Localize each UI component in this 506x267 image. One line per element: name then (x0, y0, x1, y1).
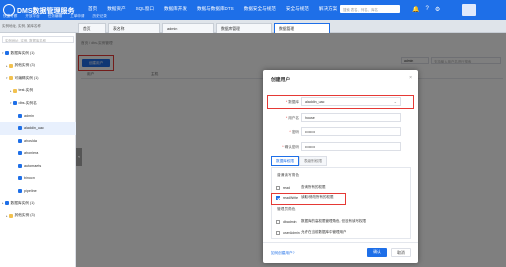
role-item-dbadmin[interactable]: dbadmin 数据库的高权限管理角色, 但没有读写权限 (276, 218, 366, 225)
subnav-item[interactable]: 开放平台 (25, 14, 39, 19)
role-item-useradmin[interactable]: userAdmin 允许在当前数据库中管理用户 (276, 229, 347, 236)
checkbox[interactable] (276, 185, 280, 190)
checkbox[interactable] (276, 219, 280, 224)
menu-item[interactable]: 数据与数据库DTS (197, 6, 234, 12)
database-icon (18, 138, 22, 143)
tabbar-left-label: 实例地址, 实例, 某库名称 (2, 24, 41, 28)
subnav-item[interactable]: 快捷考察 (3, 14, 17, 19)
menu-item[interactable]: 数据库开发 (164, 6, 187, 12)
bell-icon[interactable]: 🔔 (412, 6, 419, 13)
sidebar-search-input[interactable]: 实例地址, 实例, 数据库名称 (2, 36, 74, 43)
menu-item[interactable]: 首页 (88, 6, 97, 12)
global-search-input[interactable]: 搜索 表名、列名、库名 (340, 5, 400, 13)
form-row-confirm-password: * 确认密码 •••••••• (267, 142, 414, 152)
permission-tabs: 数据库权限 表级别权限 (271, 156, 327, 166)
tree-item[interactable]: binocn (0, 172, 76, 185)
database-icon (18, 151, 22, 156)
menu-item[interactable]: 解决方案 (319, 6, 337, 12)
field-label: * 用户名 (285, 116, 299, 120)
caret-icon: ▾ (2, 51, 4, 56)
database-icon (18, 113, 22, 118)
sub-nav: 快捷考察 开放平台 任务编辑 工单申请 历史记录 (3, 14, 107, 19)
sidebar: 实例地址, 实例, 数据库名称 ▾ 数据库实例 (1) ▸ 其他实例 (3) ▾ 可编… (0, 33, 76, 267)
cancel-button[interactable]: 取消 (391, 248, 411, 257)
top-right-icons: 🔔 ? ⚙ (412, 6, 440, 13)
dialog-title: 创建用户 (271, 78, 291, 83)
menu-item[interactable]: 数据安全与规范 (244, 6, 276, 12)
subnav-item[interactable]: 历史记录 (93, 14, 107, 19)
subnav-item[interactable]: 任务编辑 (48, 14, 62, 19)
top-nav-bar: DMS数据管理服务 快捷考察 开放平台 任务编辑 工单申请 历史记录 首页 数据… (0, 0, 506, 20)
database-icon (4, 201, 9, 206)
confirm-button[interactable]: 确认 (367, 248, 387, 257)
dialog-footer: 如何创建用户? 确认 取消 (263, 242, 418, 263)
tree-item[interactable]: admin (0, 110, 76, 123)
menu-item[interactable]: 数据资产 (107, 6, 125, 12)
tab-db-permission[interactable]: 数据库权限 (271, 156, 299, 166)
folder-icon (8, 63, 13, 68)
tab-table[interactable]: 表名称 (108, 23, 160, 33)
tab-bar: 实例地址, 实例, 某库名称 首页 表名称 admin 数据库管理 数据管理 (0, 20, 506, 33)
database-icon (12, 101, 17, 106)
caret-icon: ▸ (2, 201, 4, 206)
tree-item[interactable]: ▸ 其他实例 (3) (0, 60, 76, 73)
tree-item[interactable]: ▸ test-实例 (0, 85, 76, 98)
role-item-read[interactable]: read 查询所有的权限 (276, 184, 326, 191)
confirm-password-field[interactable]: •••••••• (301, 142, 401, 151)
help-link[interactable]: 如何创建用户? (271, 251, 295, 256)
menu-item[interactable]: 安全与规范 (286, 6, 309, 12)
username-field[interactable]: house (301, 113, 401, 122)
help-icon[interactable]: ? (425, 6, 428, 13)
caret-icon: ▾ (6, 76, 8, 81)
caret-icon: ▸ (6, 63, 8, 68)
tree-item[interactable]: ahoniera (0, 147, 76, 160)
collapse-sidebar-icon[interactable]: ‹ (76, 148, 82, 166)
folder-icon (8, 76, 13, 81)
caret-icon: ▾ (10, 101, 12, 106)
tab-table-permission[interactable]: 表级别权限 (298, 156, 327, 166)
form-row-username: * 用户名 house (267, 113, 414, 123)
tree-item-selected[interactable]: aladdin_uac (0, 122, 76, 135)
main-menu: 首页 数据资产 SQL窗口 数据库开发 数据与数据库DTS 数据安全与规范 安全… (88, 6, 366, 12)
tree-item[interactable]: pipeline (0, 185, 76, 198)
tab-data-manage[interactable]: 数据管理 (274, 23, 330, 33)
highlight-box (267, 95, 414, 109)
tree-item[interactable]: ▸ 其他实例 (3) (0, 210, 76, 223)
database-icon (18, 126, 22, 131)
folder-icon (8, 213, 13, 218)
field-label: * 密码 (289, 130, 299, 134)
tree-item[interactable]: ▾ 可编辑实例 (1) (0, 72, 76, 85)
tree-item[interactable]: ▸ 数据库实例 (1) (0, 197, 76, 210)
database-icon (18, 188, 22, 193)
checkbox[interactable] (276, 230, 280, 235)
tree-item[interactable]: ▾ dbs-实例名 (0, 97, 76, 110)
form-row-password: * 密码 •••••••• (267, 127, 414, 137)
tree-item[interactable]: automaets (0, 160, 76, 173)
folder-icon (12, 88, 17, 93)
close-icon[interactable]: × (409, 75, 412, 81)
caret-icon: ▸ (10, 88, 12, 93)
highlight-box (271, 193, 346, 205)
tree-item[interactable]: ▾ 数据库实例 (1) (0, 47, 76, 60)
tab-admin[interactable]: admin (162, 23, 214, 33)
tab-db-manage[interactable]: 数据库管理 (216, 23, 272, 33)
tab-home[interactable]: 首页 (78, 23, 106, 33)
menu-item[interactable]: SQL窗口 (136, 6, 154, 12)
password-field[interactable]: •••••••• (301, 127, 401, 136)
database-icon (18, 163, 22, 168)
instance-tree: ▾ 数据库实例 (1) ▸ 其他实例 (3) ▾ 可编辑实例 (1) ▸ test-实例… (0, 47, 76, 222)
caret-icon: ▸ (6, 213, 8, 218)
database-icon (18, 176, 22, 181)
avatar[interactable] (462, 4, 476, 16)
subnav-item[interactable]: 工单申请 (70, 14, 84, 19)
role-group-title: 管理员角色 (277, 207, 296, 211)
field-label: * 确认密码 (282, 145, 299, 149)
role-group-title: 普通读写角色 (277, 173, 300, 177)
database-icon (4, 51, 9, 56)
tree-item[interactable]: ahoslda (0, 135, 76, 148)
settings-icon[interactable]: ⚙ (435, 6, 440, 13)
